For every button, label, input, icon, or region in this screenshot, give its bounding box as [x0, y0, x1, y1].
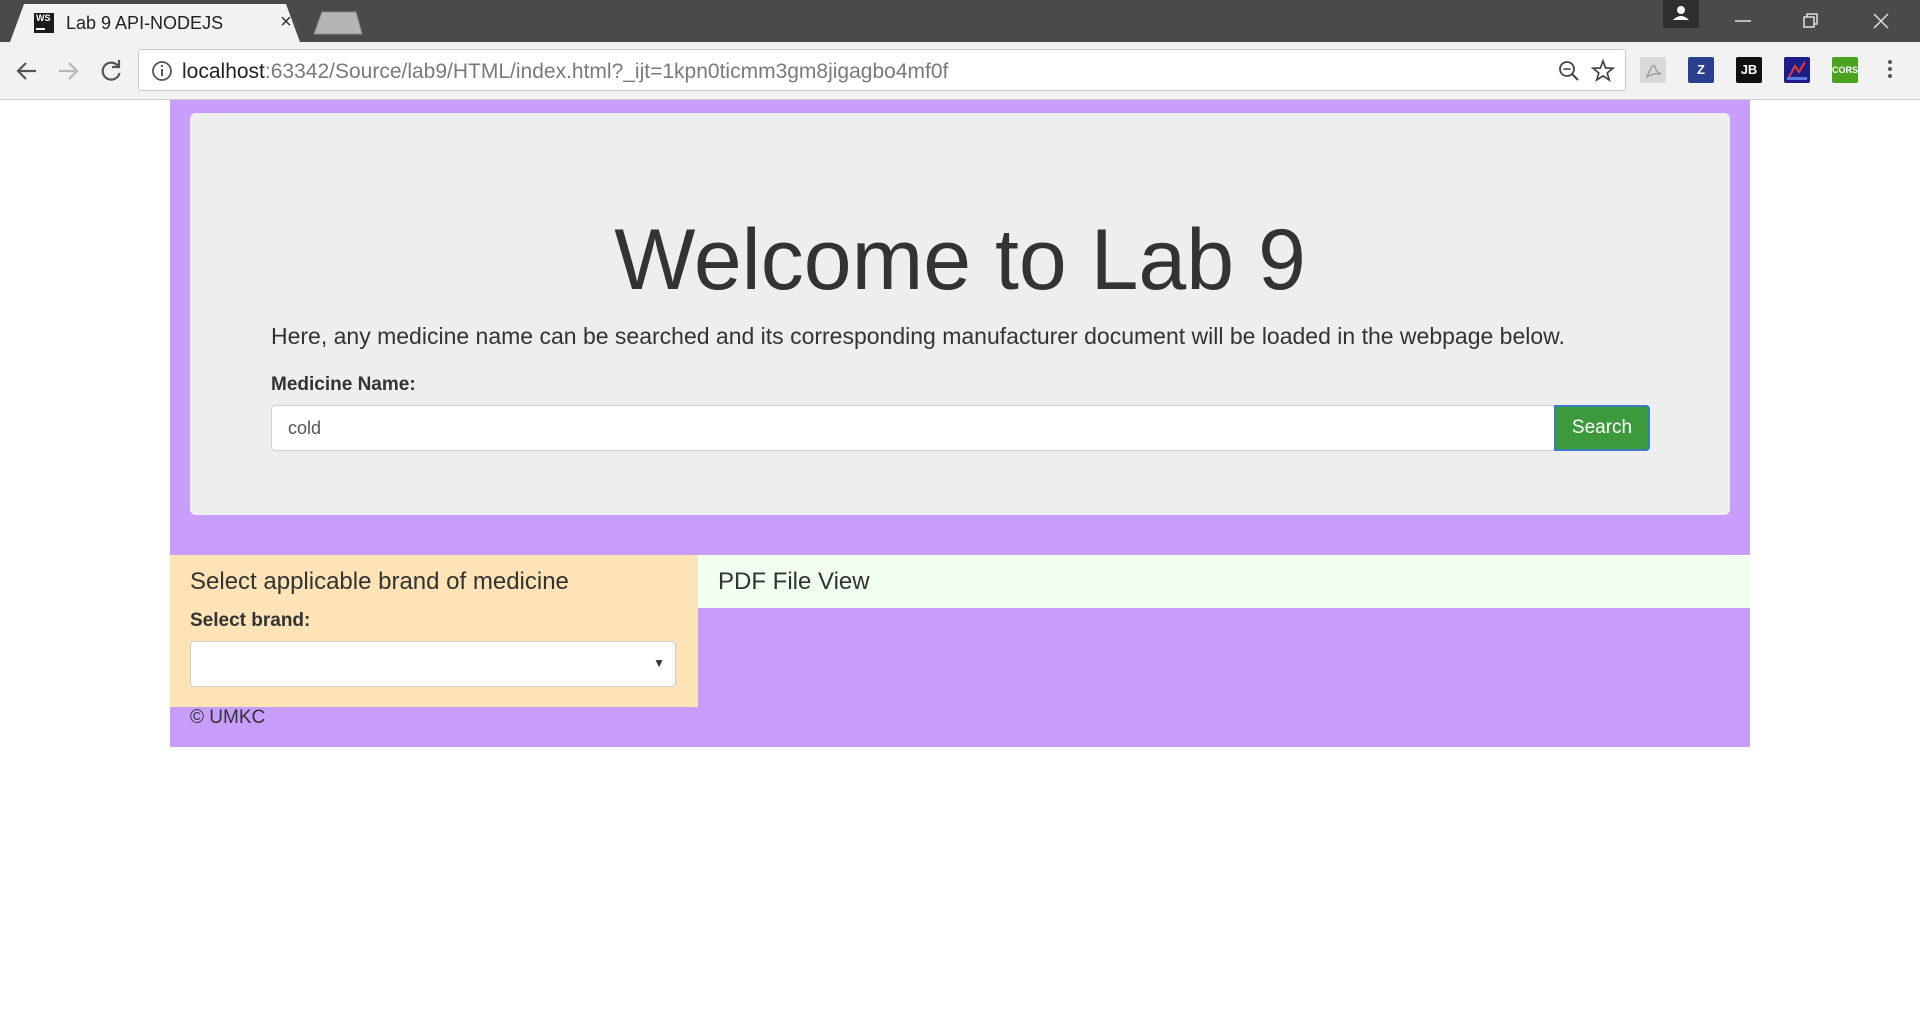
reload-icon — [101, 60, 121, 81]
url-text: localhost:63342/Source/lab9/HTML/index.h… — [182, 60, 948, 84]
close-icon — [1873, 13, 1889, 29]
search-button[interactable]: Search — [1554, 405, 1650, 451]
reload-button[interactable] — [96, 56, 126, 86]
main-container: Welcome to Lab 9 Here, any medicine name… — [170, 100, 1750, 747]
brand-panel-heading: Select applicable brand of medicine — [190, 568, 569, 595]
webstorm-favicon-icon: WS — [34, 13, 54, 33]
address-bar[interactable]: localhost:63342/Source/lab9/HTML/index.h… — [138, 49, 1626, 91]
page-description: Here, any medicine name can be searched … — [271, 323, 1565, 349]
pdf-icon — [1645, 64, 1662, 80]
url-path: :63342/Source/lab9/HTML/index.html?_ijt=… — [264, 60, 949, 83]
graph-extension-icon[interactable] — [1784, 57, 1810, 83]
url-host: localhost — [182, 60, 265, 83]
pdf-panel: PDF File View — [698, 555, 1750, 608]
back-button[interactable] — [12, 56, 42, 86]
select-brand-label: Select brand: — [190, 610, 311, 631]
browser-tab[interactable]: WS Lab 9 API-NODEJS × — [10, 4, 300, 42]
web-page: Welcome to Lab 9 Here, any medicine name… — [0, 100, 1920, 1020]
zotero-extension-icon[interactable]: Z — [1688, 57, 1714, 83]
tab-title: Lab 9 API-NODEJS — [66, 13, 224, 33]
cors-extension-icon[interactable]: CORS — [1832, 57, 1858, 83]
new-tab-button[interactable] — [312, 10, 364, 38]
tab-strip: WS Lab 9 API-NODEJS × — [0, 0, 1920, 42]
forward-button[interactable] — [53, 56, 83, 86]
restore-button[interactable] — [1782, 0, 1840, 42]
person-icon — [1673, 6, 1689, 20]
medicine-name-input[interactable]: cold — [271, 405, 1555, 451]
back-arrow-icon — [16, 62, 36, 80]
minimize-icon — [1735, 20, 1751, 22]
page-title: Welcome to Lab 9 — [614, 212, 1306, 308]
tab-close-icon[interactable]: × — [276, 12, 296, 32]
jetbrains-extension-icon[interactable]: JB — [1736, 57, 1762, 83]
medicine-name-label: Medicine Name: — [271, 374, 416, 395]
chart-icon — [1787, 61, 1807, 80]
pdf-panel-heading: PDF File View — [718, 568, 870, 595]
footer-copyright: © UMKC — [190, 707, 266, 728]
close-window-button[interactable] — [1852, 0, 1910, 42]
brand-panel: Select applicable brand of medicine Sele… — [170, 555, 698, 707]
dropdown-caret-icon: ▼ — [653, 656, 665, 670]
minimize-button[interactable] — [1714, 0, 1772, 42]
browser-toolbar: localhost:63342/Source/lab9/HTML/index.h… — [0, 42, 1920, 100]
acrobat-extension-icon[interactable] — [1640, 57, 1666, 83]
profile-button[interactable] — [1663, 0, 1699, 28]
brand-select[interactable]: ▼ — [190, 641, 676, 687]
jumbotron: Welcome to Lab 9 Here, any medicine name… — [190, 113, 1730, 515]
info-icon — [152, 61, 172, 81]
zoom-icon[interactable] — [1557, 59, 1581, 83]
restore-icon — [1803, 13, 1818, 28]
bookmark-star-icon[interactable] — [1590, 58, 1616, 84]
forward-arrow-icon — [59, 62, 79, 80]
browser-menu-icon[interactable] — [1886, 60, 1894, 81]
